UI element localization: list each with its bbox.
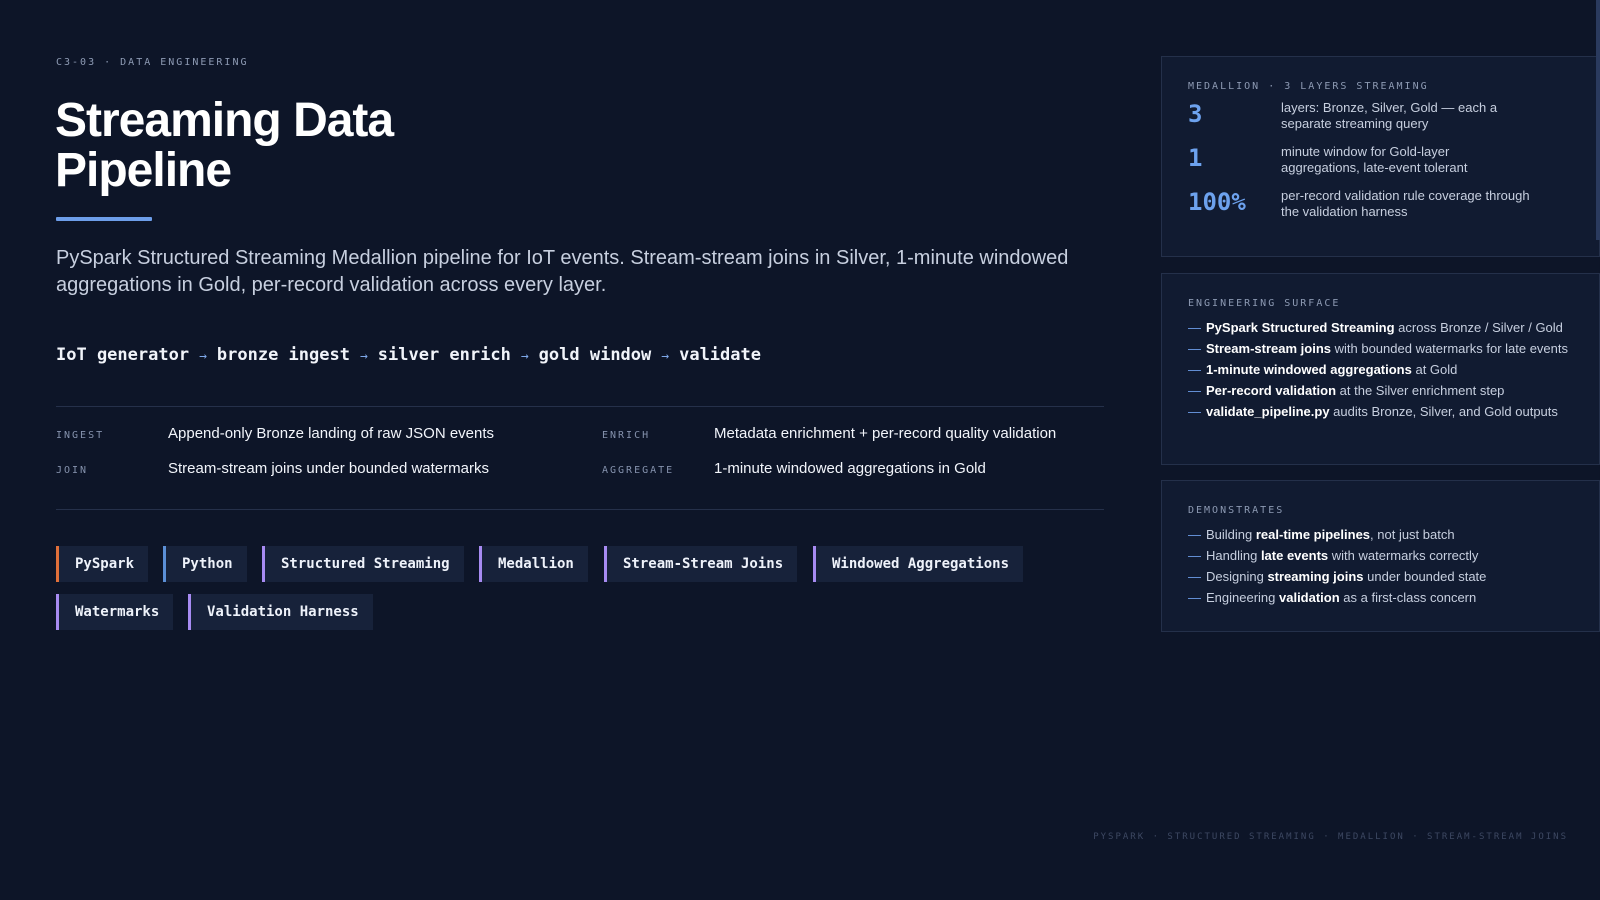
item-text: Engineering [1206,590,1279,605]
item-text: , not just batch [1370,527,1455,542]
footer-keywords: PYSPARK · STRUCTURED STREAMING · MEDALLI… [1093,832,1568,842]
engineering-surface-panel: ENGINEERING SURFACE — PySpark Structured … [1161,273,1600,465]
pipeline-flow: IoT generator → bronze ingest → silver enric… [56,345,761,365]
fact-text: Metadata enrichment + per-record quality… [714,425,1057,442]
stat-coverage: 100% per-record validation rule coverage… [1188,188,1573,220]
flow-step: IoT generator [56,345,190,365]
item-text: as a first-class concern [1339,590,1477,605]
flow-step: bronze ingest [216,345,350,365]
arrow-right-icon: → [199,349,207,364]
fact-aggregate: AGGREGATE 1-minute windowed aggregations… [602,460,986,477]
flow-step: silver enrich [377,345,511,365]
fact-text: Stream-stream joins under bounded waterm… [168,460,489,477]
dash-icon: — [1188,404,1201,419]
dash-icon: — [1188,527,1201,542]
fact-label: INGEST [56,430,105,441]
stat-text: layers: Bronze, Silver, Gold — each a se… [1281,100,1498,131]
flow-step: validate [679,345,761,365]
tag-stream-stream-joins: Stream-Stream Joins [604,546,798,582]
list-item: — PySpark Structured Streaming across Bro… [1188,319,1573,337]
item-text: at Gold [1411,362,1458,377]
tag-validation-harness: Validation Harness [188,594,373,630]
section-eyebrow: C3-03 · DATA ENGINEERING [56,57,249,68]
stat-window: 1 minute window for Gold-layer aggregati… [1188,144,1573,176]
dash-icon: — [1188,383,1201,398]
facts-grid: INGEST Append-only Bronze landing of raw… [56,406,1104,510]
dash-icon: — [1188,362,1201,377]
stat-value: 100% [1188,188,1246,216]
medallion-panel: MEDALLION · 3 LAYERS STREAMING 3 layers:… [1161,56,1600,257]
tag-python: Python [163,546,247,582]
title-underline [56,217,152,221]
list-item: — 1-minute windowed aggregations at Gold [1188,361,1573,379]
tag-structured-streaming: Structured Streaming [262,546,464,582]
item-text: with watermarks correctly [1328,548,1479,563]
arrow-right-icon: → [359,349,368,364]
list-item: — Building real-time pipelines, not just … [1188,526,1573,544]
dash-icon: — [1188,341,1201,356]
fact-label: JOIN [56,465,89,476]
item-emphasis: real-time pipelines [1255,527,1371,542]
stat-value: 1 [1188,144,1203,172]
tag-pyspark: PySpark [56,546,149,582]
list-item: — validate_pipeline.py audits Bronze, Sil… [1188,403,1573,421]
item-text: under bounded state [1363,569,1487,584]
fact-ingest: INGEST Append-only Bronze landing of raw… [56,425,494,442]
tag-medallion: Medallion [479,546,588,582]
stat-text: per-record validation rule coverage thro… [1281,188,1530,219]
demonstrates-list: — Building real-time pipelines, not just … [1188,526,1573,607]
arrow-right-icon: → [661,349,670,364]
item-text: Handling [1206,548,1261,563]
list-item: — Stream-stream joins with bounded waterm… [1188,340,1573,358]
dash-icon: — [1188,548,1201,563]
item-text: audits Bronze, Silver, and Gold outputs [1329,404,1558,419]
list-item: — Engineering validation as a first-class… [1188,589,1573,607]
fact-join: JOIN Stream-stream joins under bounded w… [56,460,489,477]
item-text: Designing [1206,569,1268,584]
item-text: with bounded watermarks for late events [1331,341,1569,356]
list-item: — Designing streaming joins under bounded… [1188,568,1573,586]
demonstrates-panel: DEMONSTRATES — Building real-time pipelin… [1161,480,1600,632]
stat-text: minute window for Gold-layer aggregation… [1281,144,1468,175]
arrow-right-icon: → [520,349,529,364]
slide: C3-03 · DATA ENGINEERING Streaming Data … [0,0,1600,900]
lede-paragraph: PySpark Structured Streaming Medallion p… [56,247,1069,296]
item-text: at the Silver enrichment step [1336,383,1505,398]
item-emphasis: streaming joins [1267,569,1364,584]
panel-eyebrow: DEMONSTRATES [1188,505,1285,516]
fact-label: AGGREGATE [602,465,675,476]
item-emphasis: 1-minute windowed aggregations [1206,362,1412,377]
dash-icon: — [1188,590,1201,605]
tag-watermarks: Watermarks [56,594,174,630]
flow-step: gold window [538,345,652,365]
engineering-list: — PySpark Structured Streaming across Bro… [1188,319,1573,421]
stat-value: 3 [1188,100,1203,128]
panel-eyebrow: MEDALLION · 3 LAYERS STREAMING [1188,81,1429,92]
item-emphasis: validation [1279,590,1340,605]
item-emphasis: late events [1260,548,1329,563]
fact-text: Append-only Bronze landing of raw JSON e… [168,425,495,442]
item-emphasis: Stream-stream joins [1206,341,1331,356]
list-item: — Per-record validation at the Silver enr… [1188,382,1573,400]
fact-enrich: ENRICH Metadata enrichment + per-record … [602,425,1056,442]
item-emphasis: validate_pipeline.py [1206,404,1330,419]
item-text: across Bronze / Silver / Gold [1394,320,1563,335]
tag-windowed-aggregations: Windowed Aggregations [813,546,1024,582]
list-item: — Handling late events with watermarks co… [1188,547,1573,565]
item-text: Building [1206,527,1256,542]
scrollbar-thumb[interactable] [1596,0,1600,240]
fact-label: ENRICH [602,430,651,441]
item-emphasis: Per-record validation [1206,383,1337,398]
dash-icon: — [1188,569,1201,584]
dash-icon: — [1188,320,1201,335]
panel-eyebrow: ENGINEERING SURFACE [1188,298,1341,309]
stat-layers: 3 layers: Bronze, Silver, Gold — each a … [1188,100,1573,132]
page-title: Streaming Data Pipeline [55,94,394,197]
fact-text: 1-minute windowed aggregations in Gold [714,460,986,477]
item-emphasis: PySpark Structured Streaming [1206,320,1395,335]
